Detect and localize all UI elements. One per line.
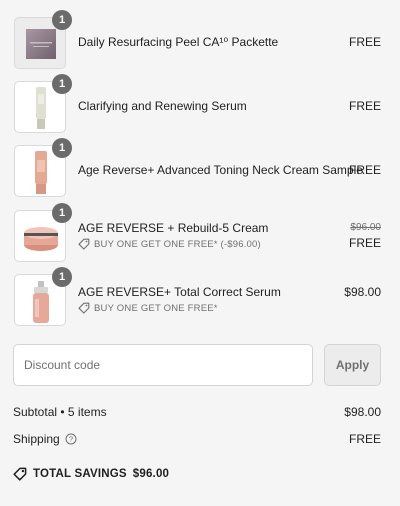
promo-tag: BUY ONE GET ONE FREE* [78, 302, 218, 314]
product-price: FREE [348, 163, 381, 177]
savings-value: $96.00 [132, 468, 170, 480]
promo-tag: BUY ONE GET ONE FREE* (-$96.00) [78, 238, 261, 250]
tag-icon [13, 467, 27, 481]
shipping-value: FREE [348, 432, 381, 446]
quantity-badge: 1 [52, 138, 72, 158]
apply-button[interactable]: Apply [324, 344, 381, 386]
total-savings: TOTAL SAVINGS $96.00 [13, 467, 169, 481]
product-price: FREE [348, 236, 381, 250]
line-item: 1 AGE REVERSE+ Total Correct Serum $98.0… [0, 267, 400, 334]
shipping-label: Shipping [13, 432, 60, 446]
quantity-badge: 1 [52, 203, 72, 223]
subtotal-label: Subtotal • 5 items [13, 405, 107, 419]
product-name: AGE REVERSE + Rebuild-5 Cream [78, 221, 269, 235]
promo-text: BUY ONE GET ONE FREE* (-$96.00) [94, 238, 261, 250]
line-item: 1 Clarifying and Renewing Serum FREE [0, 74, 400, 141]
promo-text: BUY ONE GET ONE FREE* [94, 302, 218, 314]
quantity-badge: 1 [52, 74, 72, 94]
product-name: AGE REVERSE+ Total Correct Serum [78, 285, 281, 299]
help-icon[interactable]: ? [65, 433, 77, 445]
product-price: FREE [348, 35, 381, 49]
quantity-badge: 1 [52, 267, 72, 287]
original-price: $96.00 [350, 222, 381, 233]
line-item: 1 Age Reverse+ Advanced Toning Neck Crea… [0, 138, 400, 205]
line-item: 1 AGE REVERSE + Rebuild-5 Cream $96.00 F… [0, 203, 400, 270]
tag-icon [78, 302, 90, 314]
savings-label: TOTAL SAVINGS [33, 468, 127, 480]
line-item: 1 Daily Resurfacing Peel CA¹⁰ Packette F… [0, 10, 400, 77]
shipping-row: Shipping ? [13, 432, 77, 446]
quantity-badge: 1 [52, 10, 72, 30]
discount-code-input[interactable] [13, 344, 313, 386]
product-name: Daily Resurfacing Peel CA¹⁰ Packette [78, 35, 279, 49]
subtotal-value: $98.00 [344, 405, 381, 419]
svg-text:?: ? [69, 435, 73, 444]
product-name: Age Reverse+ Advanced Toning Neck Cream … [78, 163, 363, 177]
product-price: $98.00 [344, 285, 381, 299]
product-name: Clarifying and Renewing Serum [78, 99, 247, 113]
tag-icon [78, 238, 90, 250]
product-price: FREE [348, 99, 381, 113]
